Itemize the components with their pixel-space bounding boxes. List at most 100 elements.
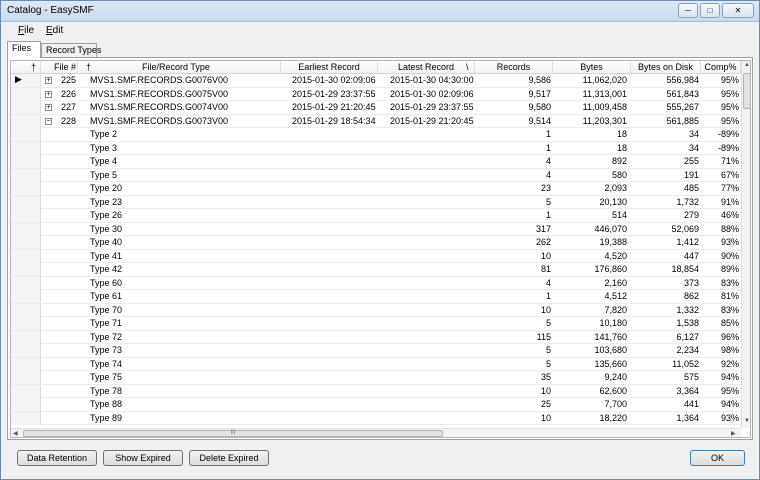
minimize-button[interactable]: ─ <box>678 3 698 18</box>
row-header[interactable] <box>11 155 41 168</box>
record-type-row[interactable]: Type 78 10 62,600 3,364 95% <box>11 384 741 398</box>
column-header-file-record-type[interactable]: † File/Record Type <box>78 61 281 74</box>
record-type-row[interactable]: Type 30 317 446,070 52,069 88% <box>11 222 741 236</box>
expand-icon[interactable]: + <box>45 104 52 111</box>
comp-percent-value: 93% <box>720 237 739 247</box>
row-header[interactable] <box>11 411 41 425</box>
record-type-row[interactable]: Type 73 5 103,680 2,234 98% <box>11 344 741 358</box>
record-type-row[interactable]: Type 42 81 176,860 18,854 89% <box>11 263 741 277</box>
sort-indicator-icon: \ <box>466 62 469 72</box>
records-count: 5 <box>545 345 551 355</box>
scroll-right-icon[interactable]: ▶ <box>731 430 736 437</box>
record-type-row[interactable]: Type 20 23 2,093 485 77% <box>11 182 741 196</box>
comp-percent-value: 95% <box>720 88 739 99</box>
comp-percent-value: 46% <box>720 210 739 220</box>
record-type-row[interactable]: Type 61 1 4,512 862 81% <box>11 290 741 304</box>
record-type-row[interactable]: Type 5 4 580 191 67% <box>11 168 741 182</box>
row-header[interactable] <box>11 236 41 249</box>
comp-percent-value: 81% <box>720 291 739 301</box>
tab-files[interactable]: Files <box>7 41 41 58</box>
bytes-value: 11,062,020 <box>582 75 627 85</box>
comp-percent-value: 98% <box>720 345 739 355</box>
tab-record-types[interactable]: Record Types <box>41 43 101 57</box>
column-header-file-number[interactable]: File # <box>41 61 78 74</box>
file-row[interactable]: − 228 MVS1.SMF.RECORDS.G0073V00 2015-01-29 … <box>11 114 741 128</box>
current-row-icon: ▶ <box>15 74 22 84</box>
record-type-name: Type 40 <box>90 237 123 247</box>
record-type-row[interactable]: Type 4 4 892 255 71% <box>11 155 741 169</box>
column-header-bytes-on-disk[interactable]: Bytes on Disk <box>631 61 701 74</box>
comp-percent-value: 71% <box>720 156 739 166</box>
record-type-row[interactable]: Type 26 1 514 279 46% <box>11 209 741 223</box>
row-header[interactable] <box>11 195 41 209</box>
record-type-row[interactable]: Type 23 5 20,130 1,732 91% <box>11 195 741 209</box>
row-header[interactable] <box>11 398 41 411</box>
row-header[interactable] <box>11 168 41 182</box>
record-type-row[interactable]: Type 40 262 19,388 1,412 93% <box>11 236 741 250</box>
maximize-button[interactable]: □ <box>700 3 720 18</box>
record-type-row[interactable]: Type 2 1 18 34 -89% <box>11 128 741 142</box>
column-header-latest-record[interactable]: Latest Record \ <box>378 61 475 74</box>
file-row[interactable]: +226 MVS1.SMF.RECORDS.G0075V00 2015-01-29 … <box>11 87 741 101</box>
file-row[interactable]: +227 MVS1.SMF.RECORDS.G0074V00 2015-01-29 … <box>11 101 741 115</box>
close-button[interactable]: ✕ <box>722 3 754 18</box>
record-type-row[interactable]: Type 3 1 18 34 -89% <box>11 141 741 155</box>
bytes-on-disk-value: 1,538 <box>676 318 699 328</box>
expand-icon[interactable]: + <box>45 77 52 84</box>
expand-icon[interactable]: + <box>45 90 52 98</box>
row-header[interactable] <box>11 290 41 303</box>
record-type-row[interactable]: Type 74 5 135,660 11,052 92% <box>11 357 741 371</box>
data-retention-button[interactable]: Data Retention <box>17 450 97 466</box>
menu-file-label: ile <box>24 25 35 36</box>
vertical-scroll-thumb[interactable] <box>743 73 750 109</box>
row-header[interactable] <box>11 303 41 317</box>
collapse-icon[interactable]: − <box>45 117 52 125</box>
column-header-records[interactable]: Records <box>475 61 553 74</box>
row-header[interactable] <box>11 128 41 141</box>
record-type-row[interactable]: Type 75 35 9,240 575 94% <box>11 371 741 385</box>
row-header[interactable] <box>11 330 41 344</box>
row-header[interactable] <box>11 222 41 236</box>
column-header-bytes[interactable]: Bytes <box>553 61 631 74</box>
row-header[interactable] <box>11 276 41 290</box>
file-row[interactable]: ▶ +225 MVS1.SMF.RECORDS.G0076V00 2015-01-30… <box>11 74 741 88</box>
record-type-row[interactable]: Type 71 5 10,180 1,538 85% <box>11 317 741 331</box>
scroll-left-icon[interactable]: ◀ <box>13 430 18 437</box>
row-header[interactable]: ▶ <box>11 74 41 87</box>
ok-button[interactable]: OK <box>690 450 745 466</box>
row-header[interactable] <box>11 182 41 195</box>
delete-expired-button[interactable]: Delete Expired <box>189 450 269 466</box>
row-header[interactable] <box>11 114 41 128</box>
row-header[interactable] <box>11 357 41 371</box>
row-header[interactable] <box>11 101 41 114</box>
row-header[interactable] <box>11 371 41 384</box>
menu-file[interactable]: File <box>18 25 34 36</box>
row-header[interactable] <box>11 344 41 357</box>
row-header[interactable] <box>11 249 41 263</box>
menu-edit[interactable]: Edit <box>46 25 63 36</box>
vertical-scrollbar[interactable]: ▲ ▼ <box>741 61 750 428</box>
record-type-row[interactable]: Type 89 10 18,220 1,364 93% <box>11 411 741 425</box>
row-header[interactable] <box>11 87 41 101</box>
row-header[interactable] <box>11 263 41 276</box>
row-header[interactable] <box>11 384 41 398</box>
scroll-down-icon[interactable]: ▼ <box>744 418 750 424</box>
record-type-row[interactable]: Type 70 10 7,820 1,332 83% <box>11 303 741 317</box>
horizontal-scroll-thumb[interactable]: III <box>23 430 443 437</box>
record-type-row[interactable]: Type 72 115 141,760 6,127 96% <box>11 330 741 344</box>
record-type-row[interactable]: Type 60 4 2,160 373 83% <box>11 276 741 290</box>
scroll-up-icon[interactable]: ▲ <box>744 62 750 68</box>
comp-percent-value: 92% <box>720 358 739 369</box>
records-count: 10 <box>540 412 551 423</box>
record-type-row[interactable]: Type 41 10 4,520 447 90% <box>11 249 741 263</box>
show-expired-button[interactable]: Show Expired <box>103 450 183 466</box>
comp-percent-value: 95% <box>720 75 739 85</box>
row-header[interactable] <box>11 317 41 330</box>
horizontal-scrollbar[interactable]: ◀ III ▶ <box>11 428 741 437</box>
record-type-row[interactable]: Type 88 25 7,700 441 94% <box>11 398 741 412</box>
row-header[interactable] <box>11 141 41 155</box>
column-header-comp-percent[interactable]: Comp% <box>701 61 741 74</box>
column-header-earliest-record[interactable]: Earliest Record <box>281 61 378 74</box>
row-header[interactable] <box>11 209 41 222</box>
records-count: 23 <box>540 183 551 193</box>
